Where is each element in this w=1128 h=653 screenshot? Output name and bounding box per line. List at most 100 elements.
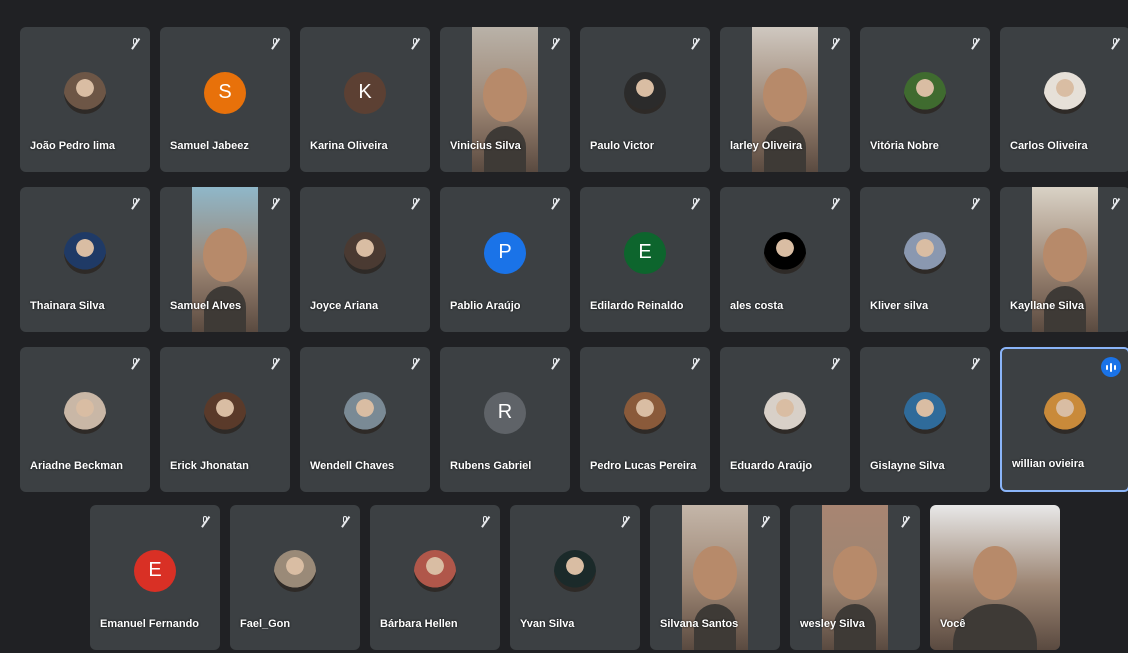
mic-muted-icon — [269, 197, 281, 211]
participant-name: Kliver silva — [870, 300, 929, 312]
mic-muted-icon — [479, 515, 491, 529]
mic-muted-icon — [409, 197, 421, 211]
mic-muted-icon — [689, 197, 701, 211]
participant-avatar — [64, 71, 106, 114]
participant-name: Ariadne Beckman — [30, 460, 123, 472]
mic-muted-icon — [829, 357, 841, 371]
mic-muted-icon — [409, 357, 421, 371]
participant-tile[interactable]: Fael_Gon — [230, 505, 360, 650]
participant-name: Bárbara Hellen — [380, 618, 458, 630]
participant-tile[interactable]: Thainara Silva — [20, 187, 150, 332]
participant-avatar — [904, 391, 946, 434]
participant-name: Yvan Silva — [520, 618, 575, 630]
participant-avatar — [64, 231, 106, 274]
mic-muted-icon — [829, 37, 841, 51]
participant-avatar — [414, 549, 456, 592]
participant-avatar — [624, 391, 666, 434]
participant-name: Edilardo Reinaldo — [590, 300, 684, 312]
speaking-indicator-icon — [1101, 357, 1121, 377]
participant-avatar — [904, 71, 946, 114]
participant-avatar — [554, 549, 596, 592]
participant-tile[interactable]: Pedro Lucas Pereira — [580, 347, 710, 492]
participant-tile[interactable]: R Rubens Gabriel — [440, 347, 570, 492]
avatar-initial: E — [638, 241, 652, 263]
mic-muted-icon — [969, 37, 981, 51]
mic-muted-icon — [1109, 37, 1121, 51]
participant-name: wesley Silva — [800, 618, 865, 630]
mic-muted-icon — [199, 515, 211, 529]
participant-name: João Pedro lima — [30, 140, 115, 152]
participant-tile[interactable]: Kliver silva — [860, 187, 990, 332]
participant-name: Joyce Ariana — [310, 300, 379, 312]
participant-name: Silvana Santos — [660, 618, 739, 630]
participant-tile[interactable]: Eduardo Araújo — [720, 347, 850, 492]
participant-tile[interactable]: Vitória Nobre — [860, 27, 990, 172]
mic-muted-icon — [689, 357, 701, 371]
participant-tile[interactable]: E Emanuel Fernando — [90, 505, 220, 650]
mic-muted-icon — [549, 197, 561, 211]
participant-tile[interactable]: João Pedro lima — [20, 27, 150, 172]
participant-avatar: E — [624, 231, 666, 274]
participant-tile[interactable]: willian ovieira — [1000, 347, 1128, 492]
participant-avatar: R — [484, 391, 526, 434]
mic-muted-icon — [129, 37, 141, 51]
participant-tile[interactable]: Bárbara Hellen — [370, 505, 500, 650]
avatar-initial: E — [148, 559, 162, 581]
participant-name: Carlos Oliveira — [1010, 140, 1088, 152]
participant-tile[interactable]: Gislayne Silva — [860, 347, 990, 492]
mic-muted-icon — [1109, 197, 1121, 211]
participant-avatar — [624, 71, 666, 114]
avatar-initial: P — [498, 241, 512, 263]
participant-tile[interactable]: Silvana Santos — [650, 505, 780, 650]
participant-avatar — [204, 391, 246, 434]
participant-name: Você — [940, 618, 966, 630]
participant-tile[interactable]: Joyce Ariana — [300, 187, 430, 332]
participant-tile[interactable]: Carlos Oliveira — [1000, 27, 1128, 172]
participant-name: Paulo Victor — [590, 140, 654, 152]
participant-name: Erick Jhonatan — [170, 460, 249, 472]
participant-tile[interactable]: larley Oliveira — [720, 27, 850, 172]
participant-avatar: K — [344, 71, 386, 114]
participant-name: larley Oliveira — [730, 140, 803, 152]
participant-name: Samuel Alves — [170, 300, 242, 312]
mic-muted-icon — [969, 197, 981, 211]
mic-muted-icon — [129, 197, 141, 211]
participant-name: Emanuel Fernando — [100, 618, 200, 630]
participant-tile[interactable]: Samuel Alves — [160, 187, 290, 332]
participant-tile[interactable]: Ariadne Beckman — [20, 347, 150, 492]
participant-tile[interactable]: Yvan Silva — [510, 505, 640, 650]
participant-avatar — [764, 391, 806, 434]
mic-muted-icon — [409, 37, 421, 51]
participant-name: Thainara Silva — [30, 300, 105, 312]
participant-avatar: P — [484, 231, 526, 274]
participant-tile[interactable]: Paulo Victor — [580, 27, 710, 172]
mic-muted-icon — [619, 515, 631, 529]
participant-name: Wendell Chaves — [310, 460, 395, 472]
participant-avatar: E — [134, 549, 176, 592]
participant-tile[interactable]: S Samuel Jabeez — [160, 27, 290, 172]
participant-tile[interactable]: K Karina Oliveira — [300, 27, 430, 172]
participant-tile[interactable]: Vinicius Silva — [440, 27, 570, 172]
participant-avatar — [1044, 391, 1086, 434]
participant-tile[interactable]: P Pablio Araújo — [440, 187, 570, 332]
participant-tile[interactable]: Wendell Chaves — [300, 347, 430, 492]
avatar-initial: S — [218, 81, 232, 103]
mic-muted-icon — [969, 357, 981, 371]
participant-tile[interactable]: wesley Silva — [790, 505, 920, 650]
participant-name: Eduardo Araújo — [730, 460, 813, 472]
participant-avatar — [344, 391, 386, 434]
mic-muted-icon — [549, 37, 561, 51]
participant-tile[interactable]: ales costa — [720, 187, 850, 332]
participant-tile[interactable]: Kayllane Silva — [1000, 187, 1128, 332]
participant-tile[interactable]: Você — [930, 505, 1060, 650]
participant-name: Gislayne Silva — [870, 460, 945, 472]
participant-name: willian ovieira — [1012, 458, 1085, 470]
participant-name: Kayllane Silva — [1010, 300, 1084, 312]
avatar-initial: K — [358, 81, 372, 103]
participant-tile[interactable]: E Edilardo Reinaldo — [580, 187, 710, 332]
mic-muted-icon — [759, 515, 771, 529]
mic-muted-icon — [129, 357, 141, 371]
participant-avatar — [344, 231, 386, 274]
participant-tile[interactable]: Erick Jhonatan — [160, 347, 290, 492]
mic-muted-icon — [829, 197, 841, 211]
